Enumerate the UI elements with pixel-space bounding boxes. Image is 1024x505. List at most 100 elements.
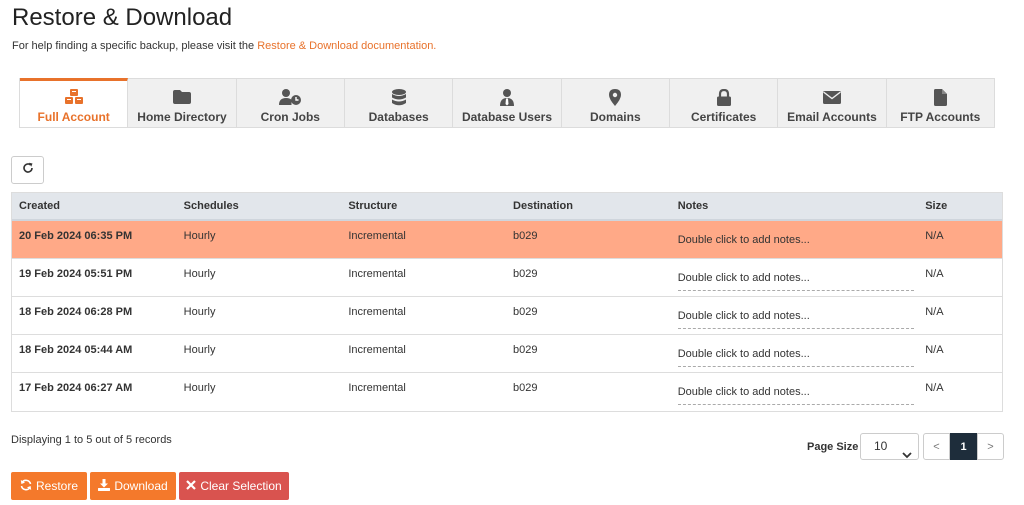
notes-field[interactable]: Double click to add notes... [677,310,914,329]
table-header: Created Schedules Structure Destination … [12,193,1002,221]
restore-label: Restore [35,479,79,493]
structure-cell: Incremental [348,306,406,318]
notes-cell: Double click to add notes... [671,221,919,258]
database-icon [391,88,406,106]
tab-databases[interactable]: Databases [345,79,454,127]
schedule-cell: Hourly [183,306,216,318]
download-label: Download [114,479,168,493]
records-summary: Displaying 1 to 5 out of 5 records [11,434,172,446]
close-icon [186,479,197,493]
help-text: For help finding a specific backup, plea… [12,40,436,52]
table-row[interactable]: 20 Feb 2024 06:35 PM Hourly Incremental … [12,221,1002,259]
tab-domains[interactable]: Domains [562,79,670,127]
column-header-size[interactable]: Size [918,200,1002,212]
column-header-structure[interactable]: Structure [341,200,506,212]
table-row[interactable]: 19 Feb 2024 05:51 PM Hourly Incremental … [12,259,1002,297]
size-cell: N/A [925,382,944,394]
notes-cell: Double click to add notes... [671,297,919,334]
tab-label: Domains [589,110,641,124]
destination-cell: b029 [513,230,538,242]
tab-full-account[interactable]: Full Account [20,78,129,127]
size-cell: N/A [925,344,944,356]
page-size-select[interactable]: 10 [860,433,919,460]
clear-selection-label: Clear Selection [200,479,282,493]
destination-cell: b029 [513,268,538,280]
notes-cell: Double click to add notes... [671,335,919,372]
column-header-created[interactable]: Created [12,200,177,212]
structure-cell: Incremental [348,382,406,394]
tab-label: Database Users [461,110,552,124]
schedule-cell: Hourly [183,344,216,356]
pager-next-button[interactable]: > [977,433,1004,460]
sync-icon [20,479,32,494]
tab-label: FTP Accounts [900,110,981,124]
restore-button[interactable]: Restore [11,472,87,500]
destination-cell: b029 [513,344,538,356]
notes-field[interactable]: Double click to add notes... [677,386,914,405]
folder-icon [172,88,191,106]
pager-page-button[interactable]: 1 [950,433,977,460]
tab-cron-jobs[interactable]: Cron Jobs [237,79,345,127]
page-title: Restore & Download [12,4,233,31]
file-icon [933,88,947,106]
column-header-schedules[interactable]: Schedules [177,200,342,212]
destination-cell: b029 [513,382,538,394]
created-cell: 18 Feb 2024 06:28 PM [19,306,133,318]
download-button[interactable]: Download [90,472,176,500]
page-size-value: 10 [874,439,888,453]
column-header-notes[interactable]: Notes [671,200,919,212]
user-tie-icon [499,88,514,106]
tab-label: Home Directory [137,110,227,124]
size-cell: N/A [925,306,944,318]
page-size-label: Page Size [807,441,859,453]
structure-cell: Incremental [348,344,406,356]
table-row[interactable]: 18 Feb 2024 05:44 AM Hourly Incremental … [12,335,1002,373]
notes-cell: Double click to add notes... [671,259,919,296]
tab-label: Full Account [37,110,110,124]
notes-cell: Double click to add notes... [671,373,919,411]
notes-field[interactable]: Double click to add notes... [677,272,914,291]
size-cell: N/A [925,230,944,242]
chevron-down-icon [902,443,912,468]
tab-label: Email Accounts [787,110,877,124]
download-icon [98,478,111,494]
documentation-link[interactable]: Restore & Download documentation. [257,40,436,52]
notes-field[interactable]: Double click to add notes... [677,348,914,367]
help-prefix: For help finding a specific backup, plea… [12,40,258,52]
notes-field[interactable]: Double click to add notes... [678,234,914,252]
table-row[interactable]: 18 Feb 2024 06:28 PM Hourly Incremental … [12,297,1002,335]
backups-table: Created Schedules Structure Destination … [11,192,1003,412]
refresh-icon [22,161,34,179]
user-clock-icon [279,88,302,106]
tab-label: Cron Jobs [260,110,320,124]
structure-cell: Incremental [348,268,406,280]
tab-home-directory[interactable]: Home Directory [128,79,237,127]
pager-prev-button[interactable]: < [923,433,950,460]
refresh-button[interactable] [11,156,44,184]
backup-type-tabs: Full Account Home Directory Cron Jobs Da… [19,78,995,128]
pagination: < 1 > [923,433,1004,460]
tab-database-users[interactable]: Database Users [453,79,562,127]
created-cell: 17 Feb 2024 06:27 AM [19,382,133,394]
schedule-cell: Hourly [183,268,216,280]
created-cell: 20 Feb 2024 06:35 PM [19,230,133,242]
tab-label: Databases [368,110,429,124]
created-cell: 18 Feb 2024 05:44 AM [19,344,133,356]
tab-certificates[interactable]: Certificates [670,79,779,127]
tab-email-accounts[interactable]: Email Accounts [778,79,887,127]
map-marker-icon [609,88,622,106]
created-cell: 19 Feb 2024 05:51 PM [19,268,133,280]
clear-selection-button[interactable]: Clear Selection [179,472,289,500]
destination-cell: b029 [513,306,538,318]
tab-label: Certificates [690,110,757,124]
lock-icon [716,88,731,106]
size-cell: N/A [925,268,944,280]
schedule-cell: Hourly [183,230,216,242]
tab-ftp-accounts[interactable]: FTP Accounts [887,79,994,127]
structure-cell: Incremental [348,230,406,242]
column-header-destination[interactable]: Destination [506,200,671,212]
cubes-icon [64,88,83,106]
table-row[interactable]: 17 Feb 2024 06:27 AM Hourly Incremental … [12,373,1002,411]
schedule-cell: Hourly [183,382,216,394]
envelope-icon [822,88,841,106]
